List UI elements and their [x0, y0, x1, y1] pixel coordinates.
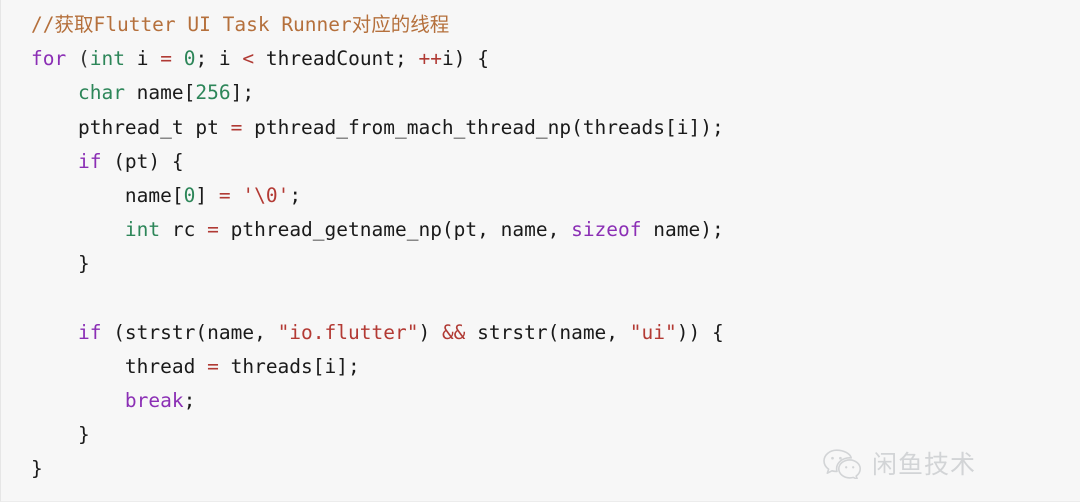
- code-token-keyword: for: [31, 47, 67, 71]
- code-block: //获取Flutter UI Task Runner对应的线程 for (int …: [1, 0, 1080, 487]
- code-line: }: [1, 418, 1080, 452]
- code-token-plain: rc: [160, 218, 208, 242]
- code-line: thread = threads[i];: [1, 350, 1080, 384]
- code-token-plain: pthread_getname_np(pt, name,: [218, 218, 572, 242]
- code-token-plain: ]: [195, 183, 219, 207]
- code-token-plain: name[: [124, 183, 184, 207]
- code-token-keyword: sizeof: [571, 218, 642, 242]
- code-token-plain: }: [77, 252, 90, 276]
- code-token-number: 0: [183, 183, 196, 207]
- code-token-string: '\0': [242, 183, 290, 207]
- code-token-type: int: [124, 218, 161, 242]
- code-token-comment: //获取Flutter UI Task Runner对应的线程: [31, 13, 450, 36]
- code-token-plain: name[: [124, 81, 196, 105]
- code-screenshot: //获取Flutter UI Task Runner对应的线程 for (int …: [0, 0, 1080, 502]
- code-token-plain: strstr(name,: [465, 320, 630, 344]
- code-line: }: [1, 452, 1080, 486]
- code-token-operator: =: [207, 354, 219, 378]
- code-token-operator: &&: [441, 320, 466, 344]
- code-token-plain: pthread_from_mach_thread_np(threads[i]);: [242, 115, 724, 139]
- code-token-plain: (pt) {: [101, 149, 184, 173]
- code-token-plain: ];: [230, 81, 255, 105]
- code-token-plain: name);: [641, 218, 724, 242]
- code-token-type: char: [77, 81, 125, 105]
- code-token-keyword: if: [77, 320, 102, 344]
- code-token-plain: )) {: [676, 320, 724, 344]
- code-line: pthread_t pt = pthread_from_mach_thread_…: [1, 111, 1080, 145]
- code-line: for (int i = 0; i < threadCount; ++i) {: [1, 42, 1080, 76]
- code-token-operator: <: [242, 47, 255, 71]
- code-token-keyword: if: [77, 149, 102, 173]
- code-line: break;: [1, 384, 1080, 418]
- code-token-plain: }: [31, 457, 43, 481]
- code-token-string: "io.flutter": [277, 320, 419, 344]
- code-line: //获取Flutter UI Task Runner对应的线程: [1, 8, 1080, 42]
- code-token-punct: (: [66, 47, 90, 71]
- code-token-plain: threadCount;: [254, 47, 419, 71]
- code-line: if (strstr(name, "io.flutter") && strstr…: [1, 316, 1080, 350]
- code-line: ​: [1, 282, 1080, 316]
- code-token-plain: threads[i];: [218, 354, 360, 378]
- code-line: name[0] = '\0';: [1, 179, 1080, 213]
- code-token-plain: i) {: [442, 47, 489, 71]
- code-token-number: 256: [195, 81, 231, 105]
- code-token-plain: i: [124, 47, 161, 71]
- code-token-plain: }: [77, 423, 90, 447]
- code-token-plain: pthread_t pt: [77, 115, 231, 139]
- code-line: if (pt) {: [1, 145, 1080, 179]
- code-token-plain: ): [418, 320, 442, 344]
- code-token-type: int: [89, 47, 125, 71]
- code-token-number: 0: [183, 47, 196, 71]
- code-token-plain: ;: [183, 389, 196, 413]
- code-line: int rc = pthread_getname_np(pt, name, si…: [1, 213, 1080, 247]
- code-line: }: [1, 247, 1080, 281]
- code-token-operator: =: [207, 218, 219, 242]
- code-token-operator: =: [218, 183, 231, 207]
- code-token-plain: ; i: [195, 47, 243, 71]
- code-token-operator: =: [230, 115, 243, 139]
- code-token-string: "ui": [629, 320, 677, 344]
- code-token-plain: ;: [289, 183, 302, 207]
- code-token-operator: ++: [418, 47, 443, 71]
- code-line: char name[256];: [1, 76, 1080, 110]
- code-token-keyword: break: [124, 389, 184, 413]
- code-token-plain: thread: [124, 354, 208, 378]
- code-token-plain: (strstr(name,: [101, 320, 278, 344]
- code-token-operator: =: [160, 47, 172, 71]
